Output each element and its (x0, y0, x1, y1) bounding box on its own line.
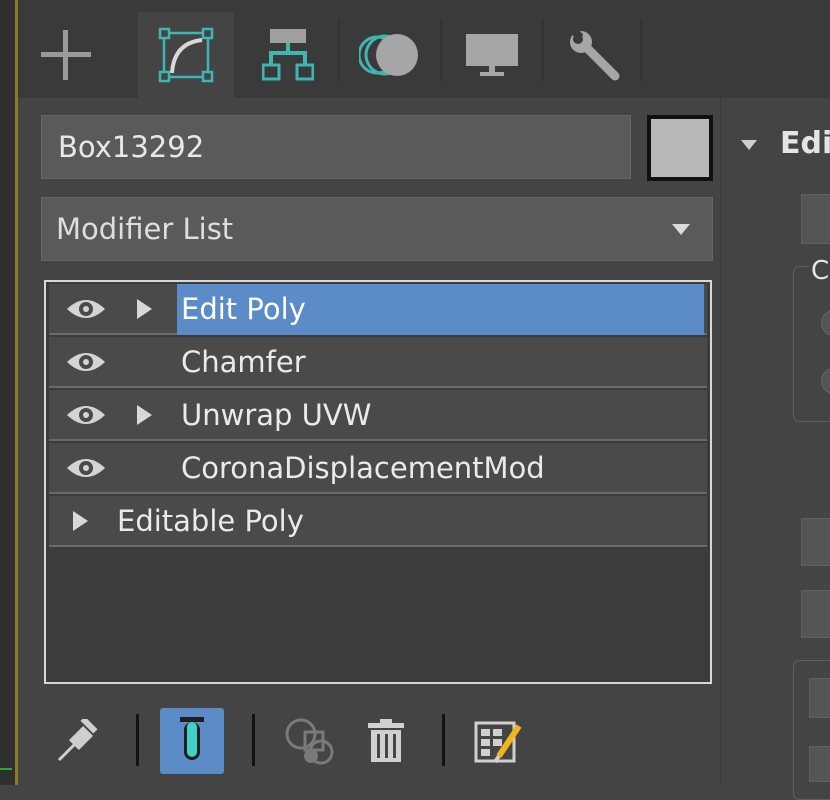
object-color-swatch[interactable] (647, 115, 713, 181)
tab-utilities[interactable] (546, 12, 642, 98)
end-result-icon (180, 717, 204, 760)
eye-icon[interactable] (65, 453, 107, 483)
stack-item-chamfer[interactable]: Chamfer (49, 337, 707, 388)
remove-modifier-button[interactable] (354, 708, 418, 774)
expand-triangle-icon[interactable] (137, 299, 152, 319)
stack-item-label: CoronaDisplacementMod (181, 451, 545, 485)
toolbar-separator (136, 714, 139, 766)
pin-stack-button[interactable] (46, 708, 110, 774)
chevron-down-icon (672, 224, 690, 235)
modifier-stack[interactable]: Edit Poly Chamfer Unwrap UVW CoronaDispl… (44, 280, 712, 684)
tab-separator (542, 20, 544, 82)
show-end-result-button[interactable] (160, 708, 224, 774)
modifier-stack-toolbar (18, 700, 718, 780)
object-name-field[interactable]: Box13292 (41, 115, 631, 179)
pin-icon (57, 719, 98, 762)
display-monitor-icon (466, 34, 518, 76)
rollout-group-label: C (809, 256, 830, 286)
motion-icon (359, 34, 418, 76)
viewport-edge (0, 0, 18, 785)
stack-item-label: Unwrap UVW (181, 398, 372, 432)
command-panel-tabs (18, 0, 830, 98)
modify-curve-icon (158, 27, 214, 83)
rollout-group-box (793, 266, 830, 422)
hierarchy-icon (262, 29, 314, 81)
tab-modify[interactable] (138, 12, 234, 98)
tab-separator (338, 20, 340, 82)
viewport-axis-mark (0, 768, 12, 770)
stack-item-corona-displacement[interactable]: CoronaDisplacementMod (49, 443, 707, 494)
configure-modifier-sets-button[interactable] (466, 708, 530, 774)
make-unique-button[interactable] (278, 708, 342, 774)
wrench-icon (570, 28, 620, 81)
rollout-button[interactable] (801, 518, 830, 566)
rollout-button[interactable] (801, 590, 830, 638)
stack-item-label: Editable Poly (117, 504, 304, 538)
stack-item-label: Edit Poly (177, 284, 704, 335)
tab-display[interactable] (444, 12, 540, 98)
modifier-list-dropdown[interactable]: Modifier List (41, 197, 713, 261)
tab-separator (440, 20, 442, 82)
eye-icon[interactable] (65, 347, 107, 377)
expand-triangle-icon[interactable] (137, 405, 152, 425)
eye-icon[interactable] (65, 294, 107, 324)
tab-motion[interactable] (342, 12, 438, 98)
stack-item-editable-poly[interactable]: Editable Poly (49, 496, 707, 547)
modifier-rollout-panel: Edi C (720, 98, 830, 800)
expand-triangle-icon[interactable] (73, 511, 88, 531)
stack-item-label: Chamfer (181, 345, 306, 379)
rollout-button[interactable] (801, 194, 830, 244)
rollout-title[interactable]: Edi (780, 126, 830, 161)
tab-create[interactable] (18, 12, 114, 98)
command-panel: Box13292 Modifier List Edit Poly Chamfer (18, 0, 830, 800)
stack-item-unwrap-uvw[interactable]: Unwrap UVW (49, 390, 707, 441)
object-color-fill (651, 119, 709, 177)
tab-separator (640, 20, 642, 82)
rollout-button[interactable] (809, 678, 830, 718)
modifier-list-label: Modifier List (56, 212, 234, 246)
make-unique-icon (285, 718, 334, 765)
toolbar-separator (252, 714, 255, 766)
rollout-button[interactable] (809, 746, 830, 782)
plus-icon (41, 30, 91, 80)
rollout-collapse-icon[interactable] (741, 140, 757, 150)
stack-item-edit-poly[interactable]: Edit Poly (49, 284, 707, 335)
toolbar-separator (442, 714, 445, 766)
configure-sets-icon (474, 721, 522, 764)
object-name-value: Box13292 (58, 130, 205, 164)
tab-hierarchy[interactable] (240, 12, 336, 98)
trash-icon (368, 719, 404, 762)
eye-icon[interactable] (65, 400, 107, 430)
